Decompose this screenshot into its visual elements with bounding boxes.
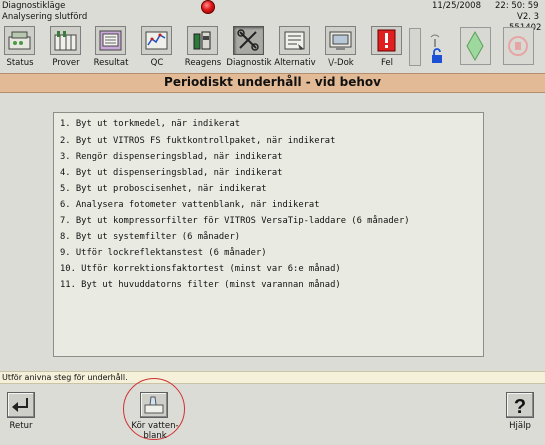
toolbar-samples-button[interactable]: Prover bbox=[46, 26, 86, 69]
list-item[interactable]: 9. Utför lockreflektanstest (6 månader) bbox=[60, 248, 267, 258]
help-button[interactable]: ? bbox=[506, 392, 534, 418]
toolbar-label: Diagnostik bbox=[226, 58, 272, 68]
toolbar-status-button[interactable]: Status bbox=[0, 26, 40, 69]
toolbar-results-button[interactable]: Resultat bbox=[91, 26, 131, 69]
maintenance-task-list: 1. Byt ut torkmedel, när indikerat 2. By… bbox=[53, 112, 484, 357]
options-icon bbox=[279, 26, 310, 55]
return-label: Retur bbox=[9, 421, 33, 431]
time-readout: 22: 50: 59 bbox=[495, 1, 539, 11]
question-mark-icon: ? bbox=[514, 396, 526, 418]
unlock-icon[interactable] bbox=[431, 48, 445, 67]
toolbar-label: QC bbox=[150, 58, 164, 68]
return-arrow-icon bbox=[12, 398, 28, 412]
help-label: Hjälp bbox=[509, 421, 531, 431]
list-item[interactable]: 7. Byt ut kompressorfilter för VITROS Ve… bbox=[60, 216, 410, 226]
page-title: Periodiskt underhåll - vid behov bbox=[164, 75, 381, 89]
diagnostics-icon bbox=[233, 26, 264, 55]
toolbar-label: Reagens bbox=[184, 58, 222, 68]
analysis-status-label: Analysering slutförd bbox=[2, 12, 88, 22]
list-item[interactable]: 3. Rengör dispenseringsblad, när indiker… bbox=[60, 152, 282, 162]
list-item[interactable]: 2. Byt ut VITROS FS fuktkontrollpaket, n… bbox=[60, 136, 335, 146]
status-icon bbox=[4, 26, 35, 55]
error-icon bbox=[371, 26, 402, 55]
date-readout: 11/25/2008 bbox=[432, 1, 481, 11]
list-item[interactable]: 6. Analysera fotometer vattenblank, när … bbox=[60, 200, 320, 210]
mode-label: Diagnostikläge bbox=[2, 1, 66, 11]
reagents-icon bbox=[187, 26, 218, 55]
toolbar-label: Resultat bbox=[93, 58, 129, 68]
list-item[interactable]: 11. Byt ut huvuddatorns filter (minst va… bbox=[60, 280, 341, 290]
version-readout: V2. 3 bbox=[517, 12, 540, 22]
indicator-slot bbox=[409, 28, 421, 66]
list-item[interactable]: 1. Byt ut torkmedel, när indikerat bbox=[60, 119, 240, 129]
qc-icon bbox=[141, 26, 172, 55]
list-item[interactable]: 4. Byt ut dispenseringsblad, när indiker… bbox=[60, 168, 282, 178]
toolbar-qc-button[interactable]: QC bbox=[137, 26, 177, 69]
toolbar-diagnostics-button[interactable]: Diagnostik bbox=[226, 26, 272, 69]
toolbar-label: Prover bbox=[52, 58, 80, 68]
document-icon bbox=[325, 26, 356, 55]
water-blank-label-line1: Kör vatten- bbox=[131, 421, 179, 431]
toolbar-error-button[interactable]: Fel bbox=[367, 26, 407, 69]
list-item[interactable]: 5. Byt ut proboscisenhet, när indikerat bbox=[60, 184, 267, 194]
svg-text:?: ? bbox=[514, 396, 526, 417]
alert-indicator-icon[interactable] bbox=[201, 0, 215, 14]
toolbar-label: Status bbox=[6, 58, 34, 68]
run-water-blank-button[interactable] bbox=[140, 392, 168, 418]
water-blank-label-line2: blank bbox=[143, 431, 167, 441]
run-control-icon[interactable] bbox=[460, 27, 491, 65]
toolbar-label: \/-Dok bbox=[328, 58, 354, 68]
toolbar-options-button[interactable]: Alternativ bbox=[274, 26, 316, 69]
toolbar-label: Fel bbox=[380, 58, 393, 68]
toolbar-reagents-button[interactable]: Reagens bbox=[183, 26, 223, 69]
results-icon bbox=[95, 26, 126, 55]
return-button[interactable] bbox=[7, 392, 35, 418]
stop-control-icon[interactable] bbox=[503, 27, 534, 65]
toolbar-document-button[interactable]: \/-Dok bbox=[321, 26, 361, 69]
toolbar-label: Alternativ bbox=[274, 58, 316, 68]
list-item[interactable]: 8. Byt ut systemfilter (6 månader) bbox=[60, 232, 240, 242]
message-text: Utför anivna steg för underhåll. bbox=[2, 373, 128, 382]
list-item[interactable]: 10. Utför korrektionsfaktortest (minst v… bbox=[60, 264, 341, 274]
water-blank-icon bbox=[144, 396, 164, 414]
samples-icon bbox=[50, 26, 81, 55]
